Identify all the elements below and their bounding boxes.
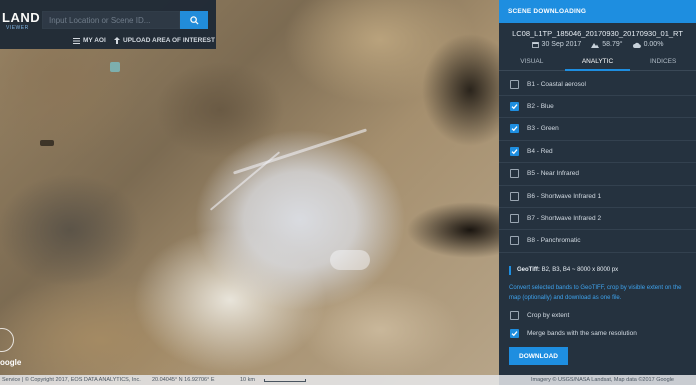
check-icon	[511, 330, 518, 336]
band-label: B2 - Blue	[527, 102, 554, 110]
logo-subtext: VIEWER	[6, 25, 29, 31]
geotiff-value: B2, B3, B4 ~ 8000 x 8000 px	[541, 267, 619, 273]
check-icon	[511, 126, 518, 132]
list-icon	[73, 37, 80, 44]
band-label: B1 - Coastal aerosol	[527, 80, 586, 88]
satellite-map[interactable]	[0, 0, 499, 385]
logo-text: LAND	[2, 10, 41, 25]
scene-meta: 30 Sep 2017 58.79° 0.00%	[499, 41, 696, 48]
band-checkbox[interactable]	[510, 236, 519, 246]
scene-date-value: 30 Sep 2017	[541, 41, 582, 48]
scene-date: 30 Sep 2017	[531, 41, 582, 48]
map-feature	[330, 250, 370, 270]
search-icon	[189, 15, 199, 25]
band-row[interactable]: B4 - Red	[499, 140, 696, 164]
crop-by-extent-label: Crop by extent	[527, 311, 570, 319]
crop-by-extent-option[interactable]: Crop by extent	[499, 308, 696, 322]
band-label: B5 - Near Infrared	[527, 170, 580, 178]
band-label: B7 - Shortwave Infrared 2	[527, 214, 602, 222]
geotiff-label: GeoTiff:	[517, 267, 540, 273]
my-aoi-button[interactable]: MY AOI	[73, 37, 106, 44]
search-button[interactable]	[180, 11, 208, 29]
band-checkbox[interactable]	[510, 79, 519, 89]
band-label: B4 - Red	[527, 147, 553, 155]
band-checkbox[interactable]	[510, 191, 519, 201]
imagery-credit: Imagery © USGS/NASA Landsat, Map data ©2…	[531, 377, 674, 383]
app-logo[interactable]: LAND VIEWER	[0, 7, 40, 33]
coordinates-readout: 20.04045° N 16.92706° E	[152, 377, 215, 383]
map-feature	[40, 140, 54, 146]
tab-analytic[interactable]: ANALYTIC	[564, 53, 631, 71]
merge-bands-label: Merge bands with the same resolution	[527, 329, 637, 337]
cloud-value: 0.00%	[643, 41, 664, 48]
upload-aoi-label: UPLOAD AREA OF INTEREST	[123, 37, 215, 44]
mountain-icon	[591, 43, 600, 48]
map-feature	[110, 62, 120, 72]
band-row[interactable]: B1 - Coastal aerosol	[499, 73, 696, 96]
upload-icon	[114, 37, 120, 44]
tab-indices[interactable]: INDICES	[630, 53, 696, 70]
map-attribution-bar: Service | © Copyright 2017, EOS DATA ANA…	[0, 375, 696, 385]
band-label: B8 - Panchromatic	[527, 237, 581, 245]
upload-aoi-button[interactable]: UPLOAD AREA OF INTEREST	[114, 37, 215, 44]
crop-by-extent-checkbox[interactable]	[510, 310, 519, 320]
my-aoi-label: MY AOI	[83, 37, 106, 44]
band-label: B6 - Shortwave Infrared 1	[527, 192, 602, 200]
merge-bands-option[interactable]: Merge bands with the same resolution	[499, 326, 696, 340]
map-feature	[209, 151, 281, 211]
band-checkbox[interactable]	[510, 146, 519, 156]
band-tabs: VISUAL ANALYTIC INDICES	[499, 53, 696, 71]
scale-label: 10 km	[240, 377, 255, 383]
band-row[interactable]: B7 - Shortwave Infrared 2	[499, 207, 696, 231]
top-search-bar: LAND VIEWER MY AOI UPLOAD AREA OF INTERE…	[0, 0, 216, 49]
search-input[interactable]	[42, 11, 180, 29]
scene-id: LC08_L1TP_185046_20170930_20170930_01_RT	[512, 29, 683, 38]
panel-header: SCENE DOWNLOADING	[499, 0, 696, 23]
merge-bands-checkbox[interactable]	[510, 328, 519, 338]
check-icon	[511, 148, 518, 154]
band-checkbox[interactable]	[510, 124, 519, 134]
band-checkbox[interactable]	[510, 169, 519, 179]
tab-visual[interactable]: VISUAL	[499, 53, 565, 70]
panel-title: SCENE DOWNLOADING	[508, 8, 587, 15]
copyright-text[interactable]: Service | © Copyright 2017, EOS DATA ANA…	[2, 377, 141, 383]
band-row[interactable]: B8 - Panchromatic	[499, 230, 696, 253]
geotiff-summary: GeoTiff: B2, B3, B4 ~ 8000 x 8000 px	[509, 266, 618, 275]
scene-download-panel: SCENE DOWNLOADING LC08_L1TP_185046_20170…	[499, 0, 696, 385]
band-checkbox[interactable]	[510, 101, 519, 111]
download-description: Convert selected bands to GeoTIFF, crop …	[509, 285, 682, 301]
cloud-icon	[632, 42, 641, 48]
google-logo: oogle	[0, 358, 22, 367]
scene-sun-angle: 58.79°	[591, 41, 623, 48]
download-button[interactable]: DOWNLOAD	[509, 347, 568, 365]
sun-angle-value: 58.79°	[602, 41, 623, 48]
scale-bar	[264, 379, 306, 382]
band-row[interactable]: B2 - Blue	[499, 95, 696, 119]
check-icon	[511, 104, 518, 110]
scene-cloud: 0.00%	[632, 41, 664, 48]
band-label: B3 - Green	[527, 125, 559, 133]
map-feature	[232, 128, 368, 175]
band-row[interactable]: B6 - Shortwave Infrared 1	[499, 185, 696, 208]
calendar-icon	[531, 42, 539, 48]
band-row[interactable]: B3 - Green	[499, 118, 696, 141]
band-row[interactable]: B5 - Near Infrared	[499, 163, 696, 186]
band-checkbox[interactable]	[510, 213, 519, 223]
